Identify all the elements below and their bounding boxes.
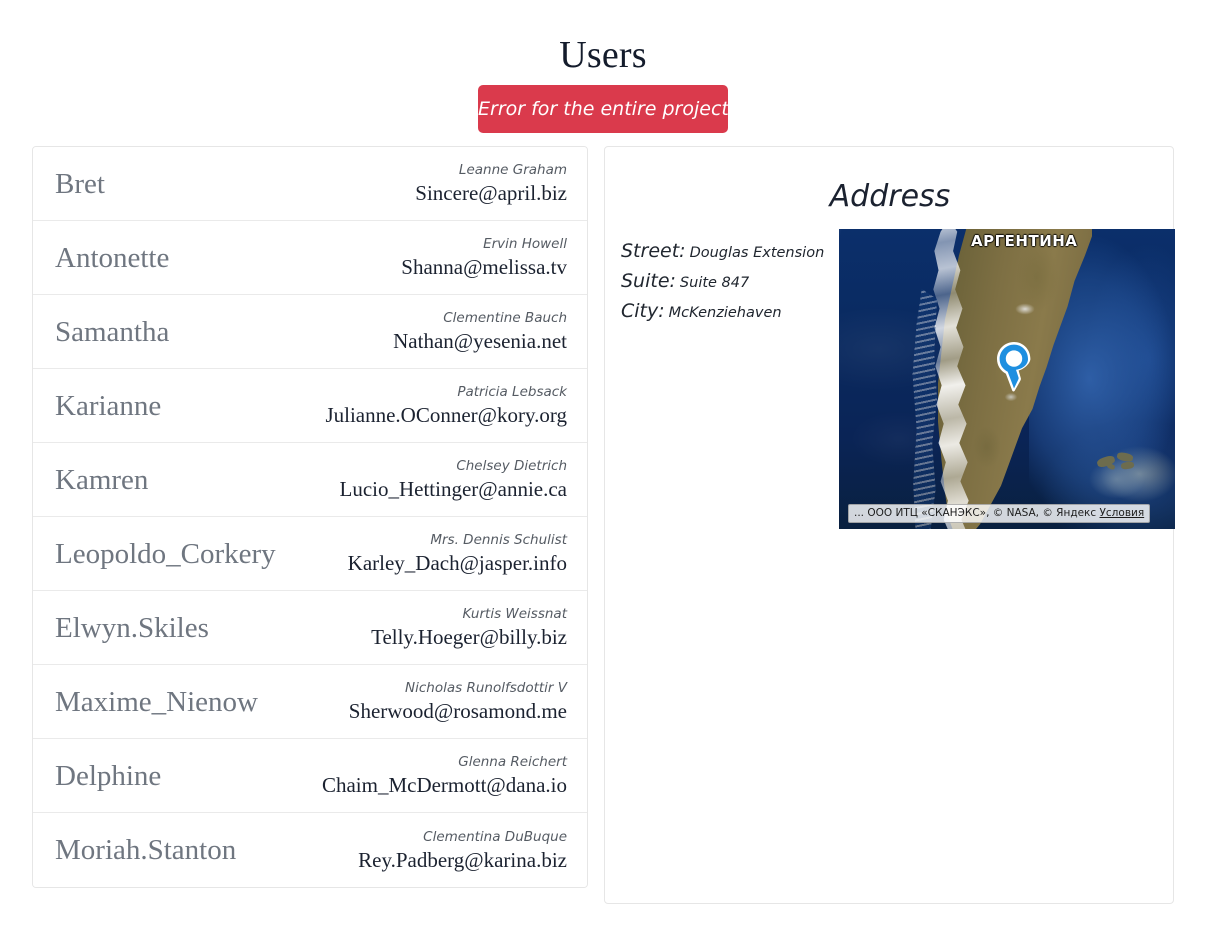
user-fullname: Clementine Bauch [443, 310, 567, 326]
user-list-item[interactable]: Kamren Chelsey Dietrich Lucio_Hettinger@an… [33, 443, 587, 517]
map-islands [1096, 451, 1139, 473]
user-contact: Glenna Reichert Chaim_McDermott@dana.io [322, 753, 567, 798]
user-username: Antonette [55, 241, 170, 274]
user-username: Samantha [55, 315, 170, 348]
user-email: Lucio_Hettinger@annie.ca [339, 477, 568, 501]
user-contact: Nicholas Runolfsdottir V Sherwood@rosamon… [349, 679, 567, 724]
address-field-value: Douglas Extension [689, 245, 825, 261]
user-email: Nathan@yesenia.net [393, 329, 567, 353]
address-field-label: City: [621, 300, 665, 322]
user-list-item[interactable]: Delphine Glenna Reichert Chaim_McDermott@d… [33, 739, 587, 813]
address-field-label: Suite: [621, 270, 676, 292]
user-list-item[interactable]: Antonette Ervin Howell Shanna@melissa.tv [33, 221, 587, 295]
user-email: Telly.Hoeger@billy.biz [371, 625, 567, 649]
user-list-item[interactable]: Moriah.Stanton Clementina DuBuque Rey.Padb… [33, 813, 587, 887]
user-fullname: Mrs. Dennis Schulist [430, 532, 567, 548]
user-list-item[interactable]: Samantha Clementine Bauch Nathan@yesenia.n… [33, 295, 587, 369]
user-username: Delphine [55, 759, 162, 792]
user-username: Bret [55, 167, 105, 200]
user-fullname: Patricia Lebsack [457, 384, 567, 400]
map-attribution-text: ... ООО ИТЦ «СКАНЭКС», © NASA, © Яндекс [854, 507, 1100, 519]
user-contact: Clementine Bauch Nathan@yesenia.net [393, 309, 567, 354]
address-title: Address [829, 179, 951, 214]
user-fullname: Ervin Howell [483, 236, 567, 252]
user-list-item[interactable]: Leopoldo_Corkery Mrs. Dennis Schulist Karl… [33, 517, 587, 591]
page-title: Users [559, 34, 647, 77]
address-map[interactable]: АРГЕНТИНА ... ООО ИТЦ «СКАНЭКС», © NASA,… [839, 229, 1175, 529]
address-field-label: Street: [621, 240, 686, 262]
user-username: Karianne [55, 389, 162, 422]
user-email: Sherwood@rosamond.me [348, 699, 567, 723]
address-field: City: McKenziehaven [621, 297, 836, 327]
address-field-value: McKenziehaven [668, 305, 782, 321]
user-email: Chaim_McDermott@dana.io [321, 773, 567, 797]
user-list-item[interactable]: Bret Leanne Graham Sincere@april.biz [33, 147, 587, 221]
user-fullname: Glenna Reichert [458, 754, 567, 770]
user-email: Karley_Dach@jasper.info [347, 551, 567, 575]
address-field: Suite: Suite 847 [621, 267, 836, 297]
user-email: Julianne.OConner@kory.org [325, 403, 567, 427]
user-list-item[interactable]: Karianne Patricia Lebsack Julianne.OConner… [33, 369, 587, 443]
user-email: Rey.Padberg@karina.biz [358, 847, 567, 872]
map-attribution: ... ООО ИТЦ «СКАНЭКС», © NASA, © Яндекс … [848, 504, 1151, 523]
user-username: Moriah.Stanton [55, 834, 237, 866]
user-fullname: Leanne Graham [458, 162, 567, 178]
address-field-value: Suite 847 [679, 275, 750, 291]
user-contact: Leanne Graham Sincere@april.biz [415, 161, 567, 206]
user-username: Maxime_Nienow [55, 685, 258, 718]
user-contact: Chelsey Dietrich Lucio_Hettinger@annie.ca [340, 457, 568, 502]
user-list-item[interactable]: Elwyn.Skiles Kurtis Weissnat Telly.Hoeger@… [33, 591, 587, 665]
user-contact: Mrs. Dennis Schulist Karley_Dach@jasper.i… [348, 531, 567, 576]
users-page: Users Error for the entire project Bret L… [0, 0, 1206, 926]
user-email: Shanna@melissa.tv [401, 255, 567, 279]
user-fullname: Nicholas Runolfsdottir V [405, 680, 567, 696]
user-contact: Ervin Howell Shanna@melissa.tv [401, 235, 567, 280]
address-fields: Street: Douglas Extension Suite: Suite 84… [621, 237, 836, 327]
address-panel: Address Street: Douglas Extension Suite: … [604, 146, 1175, 904]
user-fullname: Kurtis Weissnat [462, 606, 567, 622]
user-email: Sincere@april.biz [415, 181, 567, 205]
user-username: Kamren [55, 463, 149, 496]
user-username: Leopoldo_Corkery [55, 537, 276, 570]
users-list-card: Bret Leanne Graham Sincere@april.biz Antone… [32, 146, 588, 888]
user-contact: Clementina DuBuque Rey.Padberg@karina.biz [358, 828, 567, 873]
map-pin-icon[interactable] [993, 339, 1035, 395]
user-contact: Patricia Lebsack Julianne.OConner@kory.or… [325, 383, 567, 428]
user-contact: Kurtis Weissnat Telly.Hoeger@billy.biz [371, 605, 567, 650]
error-for-entire-project-button[interactable]: Error for the entire project [478, 85, 729, 133]
user-username: Elwyn.Skiles [55, 611, 209, 644]
user-list-item[interactable]: Maxime_Nienow Nicholas Runolfsdottir V She… [33, 665, 587, 739]
address-field: Street: Douglas Extension [621, 237, 836, 267]
map-country-label: АРГЕНТИНА [971, 232, 1078, 250]
map-terms-link[interactable]: Условия [1100, 507, 1145, 519]
user-fullname: Clementina DuBuque [423, 828, 567, 845]
user-fullname: Chelsey Dietrich [456, 458, 567, 474]
